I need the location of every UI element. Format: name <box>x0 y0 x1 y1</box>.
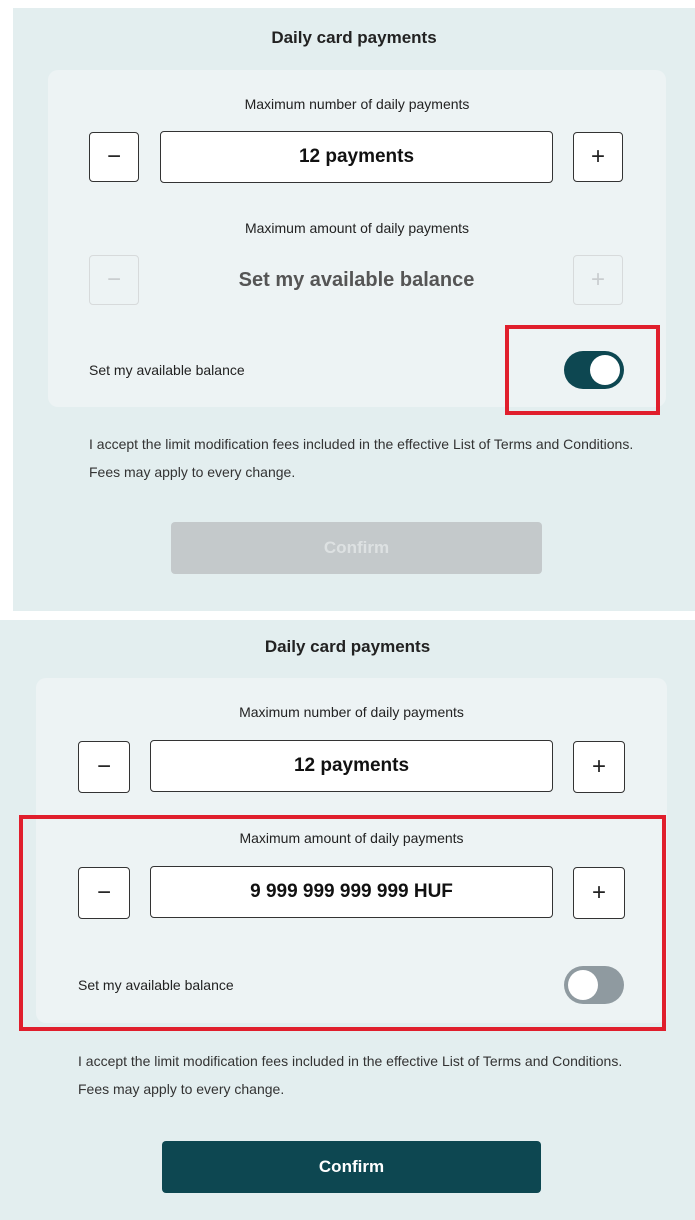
count-value-field[interactable]: 12 payments <box>160 131 553 183</box>
amount-label: Maximum amount of daily payments <box>244 220 470 236</box>
count-increment-button[interactable]: + <box>573 741 625 793</box>
amount-value-field: Set my available balance <box>238 268 475 291</box>
balance-toggle-label: Set my available balance <box>89 362 245 378</box>
amount-decrement-button[interactable]: − <box>89 255 139 305</box>
count-decrement-button[interactable]: − <box>89 132 139 182</box>
fees-text: I accept the limit modification fees inc… <box>89 436 634 480</box>
confirm-button[interactable]: Confirm <box>171 522 542 574</box>
highlight-amount-section <box>19 815 666 1031</box>
count-label: Maximum number of daily payments <box>244 96 470 112</box>
confirm-button[interactable]: Confirm <box>162 1141 541 1193</box>
count-decrement-button[interactable]: − <box>78 741 130 793</box>
page-title: Daily card payments <box>271 28 437 47</box>
page-title: Daily card payments <box>264 637 431 656</box>
screen-1-panel: Daily card payments Maximum number of da… <box>13 8 695 611</box>
count-value-field[interactable]: 12 payments <box>150 740 553 792</box>
count-label: Maximum number of daily payments <box>239 704 464 720</box>
highlight-toggle <box>505 325 660 415</box>
count-increment-button[interactable]: + <box>573 132 623 182</box>
amount-increment-button[interactable]: + <box>573 255 623 305</box>
fees-text: I accept the limit modification fees inc… <box>78 1053 623 1097</box>
